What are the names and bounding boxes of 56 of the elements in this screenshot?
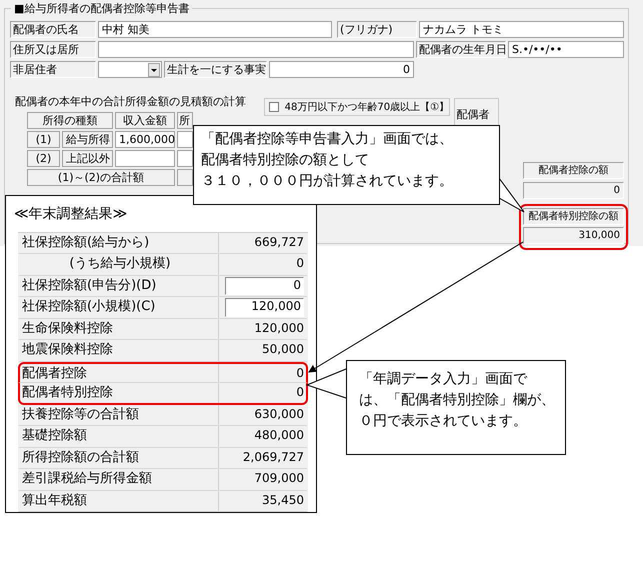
column-header: 所 xyxy=(177,112,193,129)
amount-value: 0 xyxy=(295,364,305,382)
amount-value: 480,000 xyxy=(253,427,305,444)
amount-value: 35,450 xyxy=(261,492,305,508)
income-title: 配偶者の本年中の合計所得金額の見積額の計算 xyxy=(15,94,247,109)
row-label: (うち給与小規模) xyxy=(20,254,219,274)
row-label: 配偶者特別控除 xyxy=(20,383,219,402)
amount-value: 630,000 xyxy=(253,406,305,422)
row-label: 差引課税給与所得金額 xyxy=(20,469,219,490)
field-label: 配偶者の氏名 xyxy=(10,21,96,38)
row-label: 配偶者控除 xyxy=(20,364,219,382)
special-deduction-value: 310,000 xyxy=(522,227,624,244)
panel-title: ≪年末調整結果≫ xyxy=(13,205,128,224)
field-label: (フリガナ) xyxy=(337,21,417,38)
column-header: 収入金額 xyxy=(115,112,175,129)
row-label: 社保控除額(申告分)(D) xyxy=(20,276,219,296)
amount-value: 2,069,727 xyxy=(242,448,305,466)
checkbox-label: 48万円以下かつ年齢70歳以上【①】 xyxy=(284,100,450,114)
revenue-field[interactable]: 1,600,000 xyxy=(115,131,175,148)
total-label: (1)～(2)の合計額 xyxy=(27,169,175,186)
field-label: 非居住者 xyxy=(10,61,96,78)
row-label: 生命保険料控除 xyxy=(20,318,219,339)
livelihood-field[interactable]: 0 xyxy=(269,61,414,78)
name-field[interactable]: 中村 知美 xyxy=(98,21,332,38)
field-label: 住所又は居所 xyxy=(10,41,96,58)
callout-text: 「配偶者控除等申告書入力」画面では、 配偶者特別控除の額として ３１０，０００円が計算されています。 xyxy=(201,130,454,191)
amount-value: 0 xyxy=(295,384,305,401)
special-deduction-label: 配偶者特別控除の額 xyxy=(522,208,624,225)
row-label: 算出年税額 xyxy=(20,490,219,511)
deduction-value: 0 xyxy=(522,182,624,199)
callout-text: 「年調データ入力」画面で は、「配偶者特別控除」欄が、 ０円で表示されています。 xyxy=(359,370,556,431)
row-label: 扶養控除等の合計額 xyxy=(20,404,219,425)
row-number: (1) xyxy=(27,131,60,148)
amount-field[interactable]: 0 xyxy=(225,276,304,295)
furigana-field[interactable]: ナカムラ トモミ xyxy=(419,21,624,38)
amount-value: 50,000 xyxy=(261,341,305,358)
amount-value: 120,000 xyxy=(253,320,305,336)
row-number: (2) xyxy=(27,150,60,167)
elderly-option[interactable]: 48万円以下かつ年齢70歳以上【①】 xyxy=(264,98,450,116)
amount-value: 709,000 xyxy=(253,470,305,487)
section-title: ■給与所得者の配偶者控除等申告書 xyxy=(11,1,192,16)
row-label: 所得控除額の合計額 xyxy=(20,448,219,468)
row-label: 社保控除額(小規模)(C) xyxy=(20,297,219,318)
row-label: 地震保険料控除 xyxy=(20,340,219,360)
income-type: 上記以外 xyxy=(62,150,113,167)
deduction-label: 配偶者控除の額 xyxy=(522,162,624,179)
row-label: 基礎控除額 xyxy=(20,426,219,446)
amount-field[interactable]: 120,000 xyxy=(225,298,304,316)
row-label: 社保控除額(給与から) xyxy=(20,232,219,253)
amount-value: 669,727 xyxy=(253,234,305,250)
amount-value: 0 xyxy=(295,255,305,272)
column-header: 所得の種類 xyxy=(27,112,113,129)
birthdate-field[interactable]: S.•/••/•• xyxy=(508,41,624,58)
field-label: 生計を一にする事実 xyxy=(164,61,267,78)
field-label: 配偶者の生年月日 xyxy=(416,41,506,58)
income-type: 給与所得 xyxy=(62,131,113,148)
